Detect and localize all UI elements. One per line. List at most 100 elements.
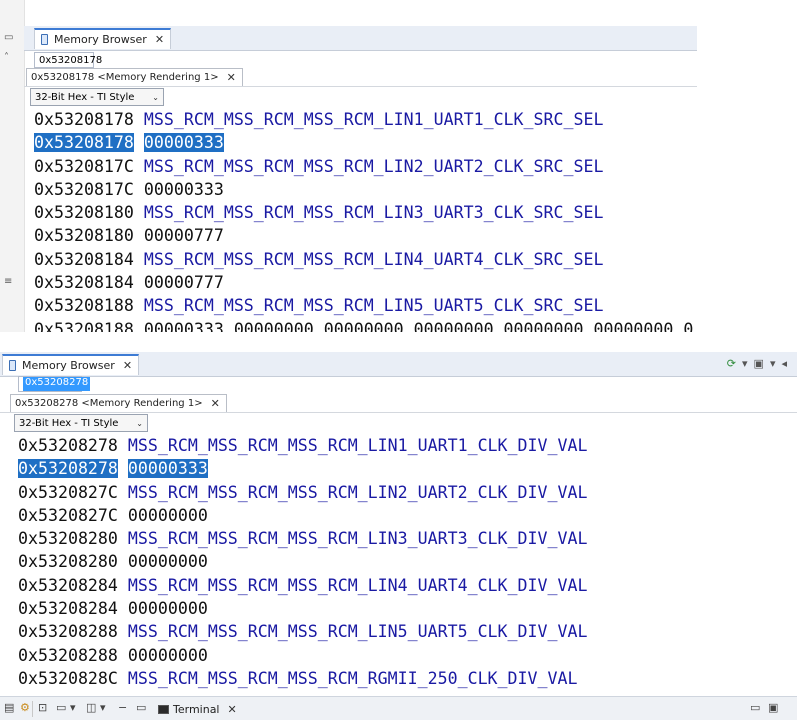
dropdown-icon[interactable]: ▾ [100, 701, 106, 714]
memory-address[interactable]: 0x53208180 [34, 226, 134, 245]
close-icon[interactable]: ✕ [211, 397, 220, 410]
memory-address[interactable]: 0x53208184 [34, 250, 134, 269]
register-label[interactable]: MSS_RCM_MSS_RCM_MSS_RCM_RGMII_250_CLK_DI… [128, 669, 578, 688]
memory-label-row[interactable]: 0x5320827C MSS_RCM_MSS_RCM_MSS_RCM_LIN2_… [18, 481, 587, 504]
memory-address[interactable]: 0x53208280 [18, 552, 118, 571]
address-input[interactable]: 0x53208278 [18, 376, 91, 392]
memory-address[interactable]: 0x53208284 [18, 576, 118, 595]
chevron-up-icon[interactable]: ˄ [4, 52, 9, 63]
memory-value[interactable]: 00000333 [144, 180, 224, 199]
tab-terminal[interactable]: Terminal ✕ [158, 699, 237, 719]
memory-label-row[interactable]: 0x53208178 MSS_RCM_MSS_RCM_MSS_RCM_LIN1_… [34, 108, 693, 131]
display-icon[interactable]: ▭ [56, 701, 66, 714]
rendering-tab-bar: 0x53208178 <Memory Rendering 1> ✕ [24, 68, 697, 87]
memory-address[interactable]: 0x53208278 [18, 436, 118, 455]
close-icon[interactable]: ✕ [123, 359, 132, 372]
register-label[interactable]: MSS_RCM_MSS_RCM_MSS_RCM_LIN3_UART3_CLK_S… [144, 203, 604, 222]
tab-memory-rendering[interactable]: 0x53208278 <Memory Rendering 1> ✕ [10, 394, 227, 412]
memory-label-row[interactable]: 0x53208180 MSS_RCM_MSS_RCM_MSS_RCM_LIN3_… [34, 201, 693, 224]
view-menu-icon[interactable]: ▤ [4, 701, 14, 714]
memory-label-row[interactable]: 0x53208288 MSS_RCM_MSS_RCM_MSS_RCM_LIN5_… [18, 620, 587, 643]
memory-value[interactable]: 00000777 [144, 273, 224, 292]
memory-value-row[interactable]: 0x53208178 00000333 [34, 131, 693, 154]
memory-label-row[interactable]: 0x5320817C MSS_RCM_MSS_RCM_MSS_RCM_LIN2_… [34, 155, 693, 178]
memory-value-row[interactable]: 0x53208278 00000333 [18, 457, 587, 480]
close-icon[interactable]: ✕ [228, 703, 237, 716]
memory-address[interactable]: 0x5320817C [34, 157, 134, 176]
minimize-icon[interactable]: − [118, 701, 127, 714]
memory-label-row[interactable]: 0x53208188 MSS_RCM_MSS_RCM_MSS_RCM_LIN5_… [34, 294, 693, 317]
close-icon[interactable]: ✕ [227, 71, 236, 84]
memory-address[interactable]: 0x53208280 [18, 529, 118, 548]
memory-value[interactable]: 00000777 [144, 226, 224, 245]
memory-value[interactable]: 00000000 [128, 646, 208, 665]
register-label[interactable]: MSS_RCM_MSS_RCM_MSS_RCM_LIN4_UART4_CLK_D… [128, 576, 588, 595]
memory-address[interactable]: 0x53208284 [18, 599, 118, 618]
memory-label-row[interactable]: 0x53208284 MSS_RCM_MSS_RCM_MSS_RCM_LIN4_… [18, 574, 587, 597]
maximize-icon[interactable]: ▭ [136, 701, 146, 714]
register-label[interactable]: MSS_RCM_MSS_RCM_MSS_RCM_LIN1_UART1_CLK_S… [144, 110, 604, 129]
memory-label-row[interactable]: 0x53208278 MSS_RCM_MSS_RCM_MSS_RCM_LIN1_… [18, 434, 587, 457]
memory-value-row[interactable]: 0x53208184 00000777 [34, 271, 693, 294]
tab-memory-browser[interactable]: Memory Browser ✕ [34, 28, 172, 49]
memory-value-row[interactable]: 0x5320827C 00000000 [18, 504, 587, 527]
side-handle-icon[interactable]: ≡ [4, 276, 12, 287]
tab-memory-rendering[interactable]: 0x53208178 <Memory Rendering 1> ✕ [26, 68, 243, 86]
address-bar: 0x53208178 [34, 50, 102, 70]
new-rendering-icon[interactable]: ▣ [754, 357, 764, 370]
memory-address[interactable]: 0x53208278 [18, 459, 118, 479]
memory-value-row[interactable]: 0x53208188 00000333 00000000 00000000 00… [34, 318, 693, 332]
memory-value-row[interactable]: 0x53208284 00000000 [18, 597, 587, 620]
memory-address[interactable]: 0x5320828C [18, 669, 118, 688]
memory-address[interactable]: 0x53208180 [34, 203, 134, 222]
memory-value-row[interactable]: 0x53208180 00000777 [34, 224, 693, 247]
tab-memory-browser[interactable]: Memory Browser ✕ [2, 354, 140, 375]
memory-address[interactable]: 0x53208188 [34, 296, 134, 315]
close-icon[interactable]: ✕ [155, 33, 164, 46]
memory-value[interactable]: 00000000 [128, 506, 208, 525]
memory-address[interactable]: 0x53208184 [34, 273, 134, 292]
open-console-icon[interactable]: ◫ [86, 701, 96, 714]
format-select[interactable]: 32-Bit Hex - TI Style ⌄ [14, 414, 148, 432]
address-input[interactable]: 0x53208178 [34, 52, 102, 68]
register-label[interactable]: MSS_RCM_MSS_RCM_MSS_RCM_LIN2_UART2_CLK_S… [144, 157, 604, 176]
memory-address[interactable]: 0x53208178 [34, 110, 134, 129]
memory-value-row[interactable]: 0x53208280 00000000 [18, 550, 587, 573]
dropdown-icon[interactable]: ▾ [70, 701, 76, 714]
memory-value-row[interactable]: 0x53208288 00000000 [18, 644, 587, 667]
format-select[interactable]: 32-Bit Hex - TI Style ⌄ [30, 88, 164, 106]
memory-value[interactable]: 00000000 [128, 599, 208, 618]
memory-value[interactable]: 00000333 00000000 00000000 00000000 0000… [144, 320, 693, 332]
memory-value-row[interactable]: 0x5320817C 00000333 [34, 178, 693, 201]
minimize-icon[interactable]: ▭ [4, 32, 13, 43]
dropdown-icon[interactable]: ▾ [770, 357, 776, 370]
register-label[interactable]: MSS_RCM_MSS_RCM_MSS_RCM_LIN3_UART3_CLK_D… [128, 529, 588, 548]
memory-label-row[interactable]: 0x5320828C MSS_RCM_MSS_RCM_MSS_RCM_RGMII… [18, 667, 587, 690]
refresh-icon[interactable]: ⟳ [727, 357, 736, 370]
settings-icon[interactable]: ⚙ [20, 701, 30, 714]
memory-value[interactable]: 00000333 [143, 133, 224, 153]
memory-value[interactable]: 00000000 [128, 552, 208, 571]
memory-address[interactable]: 0x53208288 [18, 646, 118, 665]
memory-address[interactable]: 0x5320827C [18, 483, 118, 502]
memory-address[interactable]: 0x53208288 [18, 622, 118, 641]
memory-address[interactable]: 0x5320817C [34, 180, 134, 199]
maximize-icon[interactable]: ▣ [768, 701, 778, 714]
register-label[interactable]: MSS_RCM_MSS_RCM_MSS_RCM_LIN1_UART1_CLK_D… [128, 436, 588, 455]
memory-address[interactable]: 0x5320827C [18, 506, 118, 525]
register-label[interactable]: MSS_RCM_MSS_RCM_MSS_RCM_LIN5_UART5_CLK_D… [128, 622, 588, 641]
tab-memory-rendering-label: 0x53208278 <Memory Rendering 1> [15, 398, 203, 409]
memory-label-row[interactable]: 0x53208280 MSS_RCM_MSS_RCM_MSS_RCM_LIN3_… [18, 527, 587, 550]
dropdown-icon[interactable]: ▾ [742, 357, 748, 370]
register-label[interactable]: MSS_RCM_MSS_RCM_MSS_RCM_LIN2_UART2_CLK_D… [128, 483, 588, 502]
memory-address[interactable]: 0x53208178 [34, 133, 134, 153]
register-label[interactable]: MSS_RCM_MSS_RCM_MSS_RCM_LIN5_UART5_CLK_S… [144, 296, 604, 315]
register-label[interactable]: MSS_RCM_MSS_RCM_MSS_RCM_LIN4_UART4_CLK_S… [144, 250, 604, 269]
memory-label-row[interactable]: 0x53208184 MSS_RCM_MSS_RCM_MSS_RCM_LIN4_… [34, 248, 693, 271]
memory-address[interactable]: 0x53208188 [34, 320, 134, 332]
memory-value[interactable]: 00000333 [127, 459, 208, 479]
minimize-icon[interactable]: ▭ [750, 701, 760, 714]
memory-rows: 0x53208178 MSS_RCM_MSS_RCM_MSS_RCM_LIN1_… [34, 108, 693, 332]
console-icon[interactable]: ⊡ [38, 701, 47, 714]
pin-icon[interactable]: ◂ [781, 357, 787, 370]
